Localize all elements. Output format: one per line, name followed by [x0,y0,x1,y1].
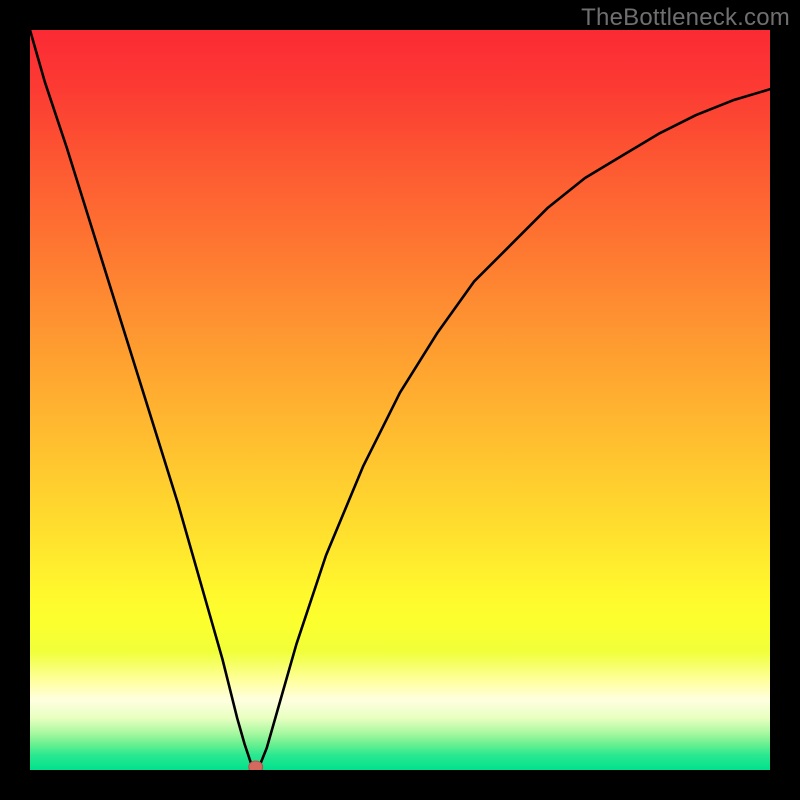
watermark-label: TheBottleneck.com [581,4,790,32]
gradient-background [30,30,770,770]
chart-svg [30,30,770,770]
chart-container: TheBottleneck.com [0,0,800,800]
plot-area [30,30,770,770]
optimal-point-marker [249,761,263,770]
